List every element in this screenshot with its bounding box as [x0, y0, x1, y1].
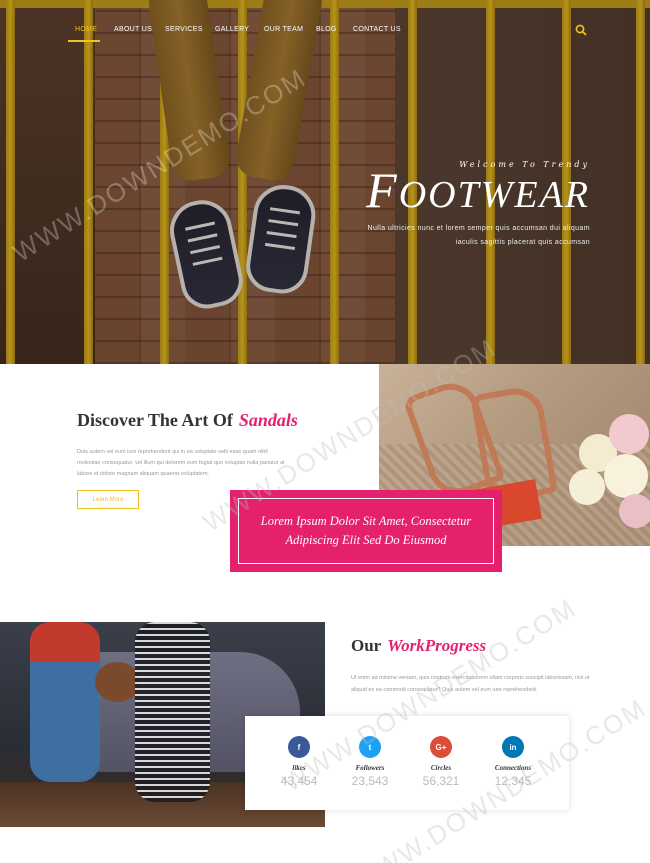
- hero-section: HOME ABOUT US SERVICES GALLERY OUR TEAM …: [0, 0, 650, 364]
- hero-subtitle: Nulla ultricies nunc et lorem semper qui…: [360, 222, 590, 250]
- learn-more-button[interactable]: Learn More: [77, 490, 139, 509]
- nav-services[interactable]: SERVICES: [165, 26, 203, 33]
- twitter-icon[interactable]: t: [359, 736, 381, 758]
- work-heading-text: Our: [351, 636, 382, 655]
- nav-contact-us[interactable]: CONTACT US: [353, 26, 401, 33]
- search-icon[interactable]: [575, 24, 587, 36]
- promo-box: Lorem Ipsum Dolor Sit Amet, Consectetur …: [230, 490, 502, 572]
- hero-title-initial: F: [366, 162, 399, 218]
- stat-value: 12,345: [494, 774, 532, 788]
- linkedin-icon[interactable]: in: [502, 736, 524, 758]
- stat-followers: t Followers 23,543: [340, 736, 400, 788]
- nav-home[interactable]: HOME: [75, 26, 97, 33]
- stat-likes: f likes 43,454: [269, 736, 329, 788]
- child-left: [30, 622, 100, 782]
- hero-text-block: Welcome To Trendy FOOTWEAR Nulla ultrici…: [360, 160, 590, 250]
- sandals-heading-accent: Sandals: [238, 410, 298, 430]
- sandals-paragraph: Duis autem vel eum iure reprehenderit qu…: [77, 449, 285, 477]
- stat-label: Followers: [355, 764, 385, 772]
- nav-gallery[interactable]: GALLERY: [215, 26, 249, 33]
- promo-line: Lorem Ipsum Dolor Sit Amet, Consectetur: [260, 514, 472, 528]
- stat-value: 43,454: [280, 774, 318, 788]
- sandals-heading-text: Discover The Art Of: [77, 410, 233, 430]
- nav-active-underline: [68, 40, 100, 42]
- work-paragraph: Ut enim ad minima veniam, quis nostrum e…: [351, 675, 590, 693]
- promo-line: Adipiscing Elit Sed Do Eiusmod: [285, 533, 447, 547]
- hero-subtitle-line: iaculis sagittis placerat quis accumsan: [455, 239, 590, 246]
- child-right: [135, 622, 210, 802]
- stat-value: 56,321: [422, 774, 460, 788]
- work-heading-accent: WorkProgress: [387, 636, 487, 655]
- facebook-icon[interactable]: f: [288, 736, 310, 758]
- hero-subtitle-line: Nulla ultricies nunc et lorem semper qui…: [367, 225, 590, 232]
- stat-value: 23,543: [351, 774, 389, 788]
- promo-box-inner: Lorem Ipsum Dolor Sit Amet, Consectetur …: [238, 498, 494, 564]
- stat-label: likes: [292, 764, 306, 772]
- social-stats-box: f likes 43,454 t Followers 23,543 G+ Cir…: [245, 716, 569, 810]
- stat-label: Circles: [430, 764, 452, 772]
- main-nav: HOME ABOUT US SERVICES GALLERY OUR TEAM …: [0, 0, 650, 60]
- hero-title-rest: OOTWEAR: [398, 174, 590, 216]
- dog: [95, 662, 140, 702]
- flower-bouquet: [569, 414, 650, 534]
- nav-our-team[interactable]: OUR TEAM: [264, 26, 303, 33]
- stat-connections: in Connections 12,345: [483, 736, 543, 788]
- stat-label: Connections: [494, 764, 532, 772]
- sandals-heading: Discover The Art Of Sandals: [77, 410, 298, 431]
- stat-circles: G+ Circles 56,321: [411, 736, 471, 788]
- google-plus-icon[interactable]: G+: [430, 736, 452, 758]
- nav-about-us[interactable]: ABOUT US: [114, 26, 152, 33]
- hero-title: FOOTWEAR: [360, 165, 590, 216]
- work-heading: Our WorkProgress: [351, 636, 486, 656]
- nav-blog[interactable]: BLOG: [316, 26, 337, 33]
